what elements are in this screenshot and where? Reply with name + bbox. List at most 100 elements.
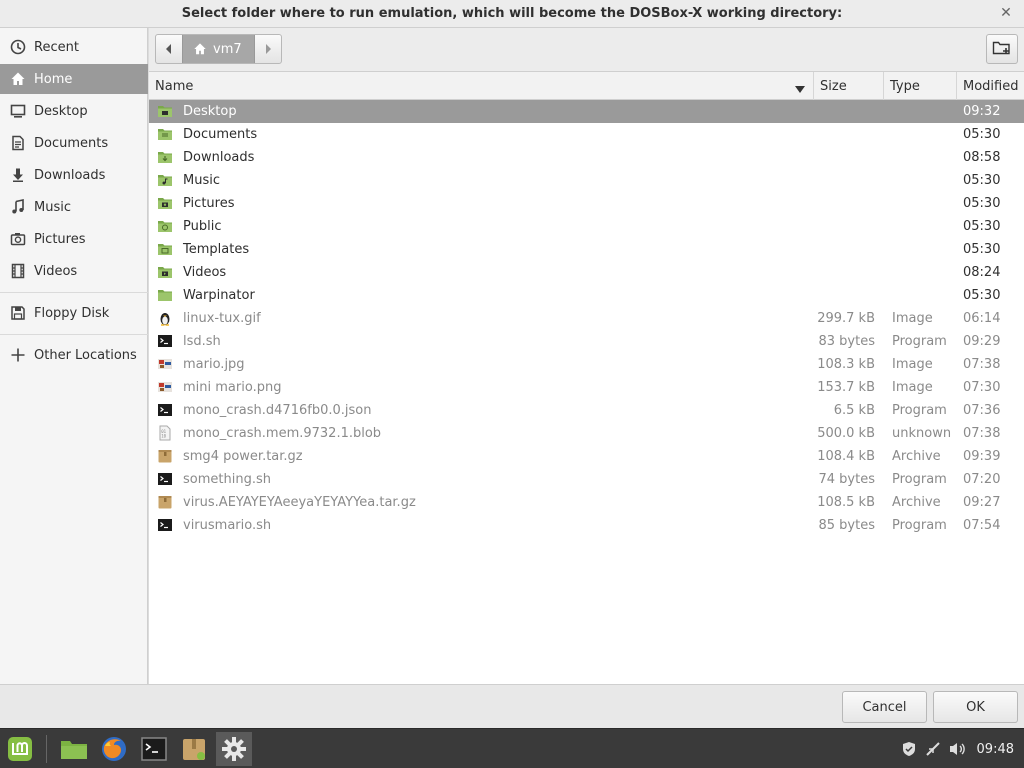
column-type[interactable]: Type — [884, 72, 957, 100]
file-row[interactable]: Videos 08:24 — [149, 261, 1024, 284]
file-modified: 07:36 — [963, 403, 1001, 418]
file-modified: 07:38 — [963, 357, 1001, 372]
ok-button[interactable]: OK — [933, 691, 1018, 723]
files-icon[interactable] — [56, 732, 92, 766]
places-sidebar: Recent Home Desktop Documents Downloads … — [0, 28, 148, 684]
file-modified: 08:24 — [963, 265, 1001, 280]
chevron-left-icon[interactable] — [156, 35, 182, 63]
file-type: Program — [892, 472, 947, 487]
document-icon — [9, 134, 27, 152]
sidebar-item-documents[interactable]: Documents — [0, 128, 148, 158]
file-row[interactable]: linux-tux.gif 299.7 kB Image 06:14 — [149, 307, 1024, 330]
close-icon[interactable]: ✕ — [998, 5, 1014, 21]
file-type: unknown — [892, 426, 952, 441]
chevron-right-icon[interactable] — [255, 35, 281, 63]
file-row[interactable]: virusmario.sh 85 bytes Program 07:54 — [149, 514, 1024, 537]
sidebar-item-downloads[interactable]: Downloads — [0, 160, 148, 190]
column-modified[interactable]: Modified — [957, 72, 1024, 100]
terminal-icon[interactable] — [136, 732, 172, 766]
file-modified: 05:30 — [963, 127, 1001, 142]
camera-icon — [9, 230, 27, 248]
file-row[interactable]: Documents 05:30 — [149, 123, 1024, 146]
terminal-icon — [157, 402, 173, 418]
folder-music-icon — [157, 172, 173, 188]
file-row[interactable]: Desktop 09:32 — [149, 100, 1024, 123]
file-modified: 07:30 — [963, 380, 1001, 395]
sidebar-item-other-locations[interactable]: Other Locations — [0, 340, 148, 370]
file-name: mini mario.png — [183, 380, 282, 395]
sidebar-item-videos[interactable]: Videos — [0, 256, 148, 286]
sidebar-item-floppy-disk[interactable]: Floppy Disk — [0, 298, 148, 328]
terminal-icon — [157, 517, 173, 533]
file-row[interactable]: Pictures 05:30 — [149, 192, 1024, 215]
cancel-button[interactable]: Cancel — [842, 691, 927, 723]
column-label: Size — [820, 78, 847, 94]
folder-downloads-icon — [157, 149, 173, 165]
file-size: 74 bytes — [818, 472, 876, 487]
file-row[interactable]: mario.jpg 108.3 kB Image 07:38 — [149, 353, 1024, 376]
column-name[interactable]: Name — [149, 72, 814, 100]
sidebar-item-recent[interactable]: Recent — [0, 32, 148, 62]
file-name: mario.jpg — [183, 357, 245, 372]
file-row[interactable]: Downloads 08:58 — [149, 146, 1024, 169]
sidebar-item-music[interactable]: Music — [0, 192, 148, 222]
file-row[interactable]: something.sh 74 bytes Program 07:20 — [149, 468, 1024, 491]
file-type: Image — [892, 357, 933, 372]
file-row[interactable]: mono_crash.d4716fb0.0.json 6.5 kB Program 0… — [149, 399, 1024, 422]
file-row[interactable]: Music 05:30 — [149, 169, 1024, 192]
floppy-icon — [9, 304, 27, 322]
file-modified: 09:39 — [963, 449, 1001, 464]
file-name: lsd.sh — [183, 334, 221, 349]
binary-file-icon: 01 10 — [157, 425, 173, 441]
plus-icon — [9, 346, 27, 364]
file-row[interactable]: Public 05:30 — [149, 215, 1024, 238]
column-label: Modified — [963, 78, 1019, 94]
file-modified: 08:58 — [963, 150, 1001, 165]
sidebar-item-label: Home — [34, 71, 73, 87]
sidebar-item-label: Downloads — [34, 167, 106, 183]
breadcrumb: vm7 — [155, 34, 282, 64]
file-row[interactable]: virus.AEYAYEYAeeyaYEYAYYea.tar.gz 108.5 k… — [149, 491, 1024, 514]
home-icon — [193, 42, 207, 56]
file-name: something.sh — [183, 472, 271, 487]
file-name: Documents — [183, 127, 258, 142]
file-size: 108.4 kB — [817, 449, 875, 464]
new-folder-button[interactable] — [986, 34, 1018, 64]
terminal-icon — [157, 471, 173, 487]
file-modified: 05:30 — [963, 219, 1001, 234]
breadcrumb-item-current[interactable]: vm7 — [182, 35, 255, 63]
file-row[interactable]: Templates 05:30 — [149, 238, 1024, 261]
sidebar-item-label: Videos — [34, 263, 78, 279]
path-bar: vm7 — [149, 28, 1024, 72]
archive-manager-icon[interactable] — [176, 732, 212, 766]
file-modified: 05:30 — [963, 242, 1001, 257]
file-row[interactable]: 01 10 mono_crash.mem.9732.1.blob 500.0 kB un… — [149, 422, 1024, 445]
file-row[interactable]: smg4 power.tar.gz 108.4 kB Archive 09:39 — [149, 445, 1024, 468]
shield-icon[interactable] — [901, 741, 917, 757]
sidebar-item-desktop[interactable]: Desktop — [0, 96, 148, 126]
dialog-title: Select folder where to run emulation, wh… — [181, 6, 843, 21]
sidebar-item-label: Other Locations — [34, 347, 137, 363]
dialog-action-bar: Cancel OK — [0, 684, 1024, 728]
column-size[interactable]: Size — [814, 72, 884, 100]
download-icon — [9, 166, 27, 184]
folder-videos-icon — [157, 264, 173, 280]
file-modified: 09:27 — [963, 495, 1001, 510]
file-type: Program — [892, 403, 947, 418]
file-modified: 07:38 — [963, 426, 1001, 441]
volume-icon[interactable] — [949, 741, 967, 757]
archive-icon — [157, 494, 173, 510]
file-row[interactable]: mini mario.png 153.7 kB Image 07:30 — [149, 376, 1024, 399]
file-name: virusmario.sh — [183, 518, 272, 533]
mint-menu-icon[interactable] — [2, 732, 38, 766]
system-tray: 09:48 — [893, 729, 1014, 768]
sidebar-item-pictures[interactable]: Pictures — [0, 224, 148, 254]
network-icon[interactable] — [925, 741, 941, 757]
firefox-icon[interactable] — [96, 732, 132, 766]
file-row[interactable]: Warpinator 05:30 — [149, 284, 1024, 307]
desktop-icon — [9, 102, 27, 120]
settings-icon[interactable] — [216, 732, 252, 766]
sidebar-item-home[interactable]: Home — [0, 64, 148, 94]
file-size: 500.0 kB — [817, 426, 875, 441]
file-row[interactable]: lsd.sh 83 bytes Program 09:29 — [149, 330, 1024, 353]
